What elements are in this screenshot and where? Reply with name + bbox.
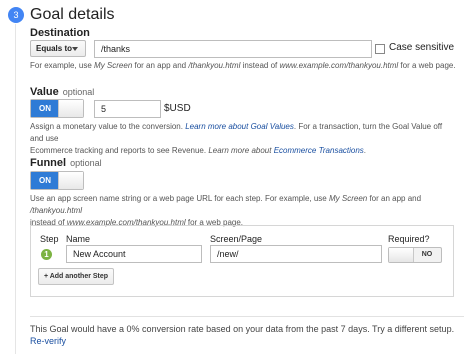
column-header-screen: Screen/Page bbox=[210, 234, 263, 244]
value-amount-input[interactable] bbox=[94, 100, 161, 118]
value-label: Value optional bbox=[30, 86, 95, 98]
funnel-toggle[interactable]: ON bbox=[30, 171, 84, 190]
value-optional-tag: optional bbox=[62, 87, 95, 97]
currency-label: $USD bbox=[164, 103, 191, 114]
chevron-down-icon bbox=[72, 47, 78, 51]
required-toggle-no-label: NO bbox=[421, 251, 433, 258]
case-sensitive-label: Case sensitive bbox=[389, 42, 455, 53]
reverify-link[interactable]: Re-verify bbox=[30, 336, 66, 346]
funnel-toggle-knob bbox=[58, 172, 83, 189]
divider bbox=[30, 316, 464, 317]
case-sensitive-checkbox[interactable] bbox=[375, 44, 385, 54]
value-toggle-knob bbox=[58, 100, 83, 117]
funnel-toggle-on-label: ON bbox=[31, 172, 59, 189]
section-guide-line bbox=[15, 24, 16, 354]
column-header-name: Name bbox=[66, 234, 91, 244]
required-toggle-knob bbox=[389, 248, 414, 262]
column-header-required: Required? bbox=[388, 234, 430, 244]
goal-values-link[interactable]: Learn more about Goal Values bbox=[185, 122, 294, 131]
funnel-step-number: 1 bbox=[41, 249, 52, 260]
destination-label: Destination bbox=[30, 27, 90, 39]
ecommerce-transactions-link[interactable]: Ecommerce Transactions bbox=[274, 146, 364, 155]
match-type-dropdown[interactable]: Equals to bbox=[30, 40, 86, 57]
step-number-badge: 3 bbox=[8, 7, 24, 23]
funnel-step-screen-input[interactable] bbox=[210, 245, 382, 263]
value-help-text: Assign a monetary value to the conversio… bbox=[30, 122, 443, 155]
funnel-label: Funnel optional bbox=[30, 157, 102, 169]
destination-input[interactable] bbox=[94, 40, 372, 58]
funnel-step-name-input[interactable] bbox=[66, 245, 202, 263]
match-type-value: Equals to bbox=[36, 44, 73, 53]
value-toggle[interactable]: ON bbox=[30, 99, 84, 118]
funnel-step-required-toggle[interactable]: NO bbox=[388, 247, 442, 263]
funnel-help-text: Use an app screen name string or a web p… bbox=[30, 194, 422, 227]
funnel-optional-tag: optional bbox=[70, 158, 102, 168]
value-toggle-on-label: ON bbox=[31, 100, 59, 117]
add-another-step-button[interactable]: + Add another Step bbox=[38, 268, 114, 285]
destination-help-text: For example, use My Screen for an app an… bbox=[30, 61, 456, 70]
section-title: Goal details bbox=[30, 6, 115, 23]
column-header-step: Step bbox=[40, 234, 59, 244]
verification-summary: This Goal would have a 0% conversion rat… bbox=[30, 324, 455, 334]
